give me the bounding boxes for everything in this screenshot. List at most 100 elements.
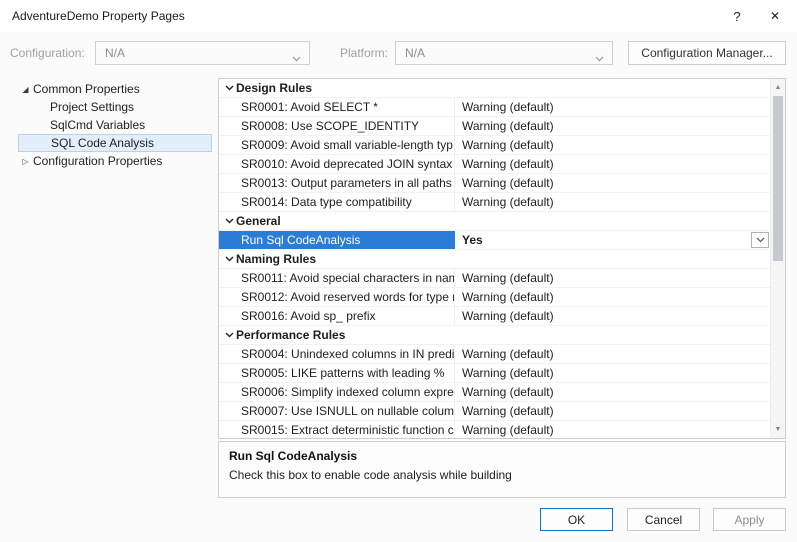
property-name[interactable]: SR0008: Use SCOPE_IDENTITY xyxy=(219,117,455,135)
tree-item[interactable]: SqlCmd Variables xyxy=(18,116,212,134)
property-name[interactable]: SR0010: Avoid deprecated JOIN syntax xyxy=(219,155,455,173)
property-name[interactable]: SR0009: Avoid small variable-length typ xyxy=(219,136,455,154)
property-row[interactable]: SR0007: Use ISNULL on nullable column Wa… xyxy=(219,402,770,421)
property-row[interactable]: SR0001: Avoid SELECT * Warning (default) xyxy=(219,98,770,117)
value-dropdown-button[interactable] xyxy=(751,232,769,248)
property-name[interactable]: SR0007: Use ISNULL on nullable column xyxy=(219,402,455,420)
window-title: AdventureDemo Property Pages xyxy=(12,9,185,23)
property-category-row[interactable]: General xyxy=(219,212,770,231)
property-name[interactable]: SR0006: Simplify indexed column expres xyxy=(219,383,455,401)
tree-item[interactable]: ▷ Configuration Properties xyxy=(18,152,212,170)
scrollbar-thumb[interactable] xyxy=(773,96,783,261)
property-value-text: Warning (default) xyxy=(462,100,554,114)
category-title: Design Rules xyxy=(236,79,312,97)
property-value[interactable]: Warning (default) xyxy=(455,174,770,192)
chevron-down-icon[interactable] xyxy=(219,332,236,338)
property-value-text: Warning (default) xyxy=(462,404,554,418)
property-row[interactable]: SR0013: Output parameters in all paths W… xyxy=(219,174,770,193)
scroll-up-icon[interactable]: ▲ xyxy=(771,80,785,95)
tree-item[interactable]: Project Settings xyxy=(18,98,212,116)
description-panel: Run Sql CodeAnalysis Check this box to e… xyxy=(218,441,786,498)
tree-collapsed-icon[interactable]: ▷ xyxy=(18,157,33,166)
property-name[interactable]: SR0014: Data type compatibility xyxy=(219,193,455,211)
property-value[interactable]: Warning (default) xyxy=(455,383,770,401)
property-category-row[interactable]: Naming Rules xyxy=(219,250,770,269)
property-value-text: Warning (default) xyxy=(462,347,554,361)
property-row[interactable]: SR0004: Unindexed columns in IN predic W… xyxy=(219,345,770,364)
property-row[interactable]: SR0006: Simplify indexed column expres W… xyxy=(219,383,770,402)
property-value[interactable]: Warning (default) xyxy=(455,307,770,325)
property-value-text: Yes xyxy=(462,233,483,247)
property-value-text: Warning (default) xyxy=(462,290,554,304)
property-value[interactable]: Warning (default) xyxy=(455,117,770,135)
property-name[interactable]: SR0004: Unindexed columns in IN predic xyxy=(219,345,455,363)
property-name[interactable]: SR0011: Avoid special characters in nam xyxy=(219,269,455,287)
help-button[interactable]: ? xyxy=(719,0,755,32)
chevron-down-icon[interactable] xyxy=(219,85,236,91)
property-value[interactable]: Warning (default) xyxy=(455,421,770,438)
tree-item[interactable]: SQL Code Analysis xyxy=(18,134,212,152)
property-row[interactable]: SR0012: Avoid reserved words for type n … xyxy=(219,288,770,307)
property-value[interactable]: Warning (default) xyxy=(455,269,770,287)
tree-expanded-icon[interactable]: ◢ xyxy=(18,85,33,94)
configuration-manager-button[interactable]: Configuration Manager... xyxy=(628,41,786,65)
property-value[interactable]: Warning (default) xyxy=(455,402,770,420)
property-row[interactable]: SR0010: Avoid deprecated JOIN syntax War… xyxy=(219,155,770,174)
description-title: Run Sql CodeAnalysis xyxy=(229,449,775,463)
close-button[interactable]: ✕ xyxy=(757,0,793,32)
tree-item[interactable]: ◢ Common Properties xyxy=(18,80,212,98)
property-category-row[interactable]: Design Rules xyxy=(219,79,770,98)
property-row[interactable]: SR0011: Avoid special characters in nam … xyxy=(219,269,770,288)
property-value-text: Warning (default) xyxy=(462,176,554,190)
property-name[interactable]: SR0016: Avoid sp_ prefix xyxy=(219,307,455,325)
property-row[interactable]: SR0009: Avoid small variable-length typ … xyxy=(219,136,770,155)
chevron-down-icon[interactable] xyxy=(219,256,236,262)
platform-dropdown[interactable]: N/A xyxy=(395,41,613,65)
help-icon: ? xyxy=(733,9,740,24)
property-row[interactable]: SR0005: LIKE patterns with leading % War… xyxy=(219,364,770,383)
vertical-scrollbar[interactable]: ▲ ▼ xyxy=(770,79,785,438)
property-value-text: Warning (default) xyxy=(462,366,554,380)
description-text: Check this box to enable code analysis w… xyxy=(229,468,775,482)
property-value-text: Warning (default) xyxy=(462,195,554,209)
property-value-text: Warning (default) xyxy=(462,423,554,437)
property-row[interactable]: SR0014: Data type compatibility Warning … xyxy=(219,193,770,212)
tree: ◢ Common Properties Project Settings Sql… xyxy=(8,80,212,496)
property-value[interactable]: Warning (default) xyxy=(455,136,770,154)
configuration-label: Configuration: xyxy=(10,46,85,60)
property-value[interactable]: Warning (default) xyxy=(455,155,770,173)
category-title: Naming Rules xyxy=(236,250,316,268)
property-name[interactable]: SR0015: Extract deterministic function c… xyxy=(219,421,455,438)
property-value-text: Warning (default) xyxy=(462,271,554,285)
property-value[interactable]: Warning (default) xyxy=(455,98,770,116)
chevron-down-icon[interactable] xyxy=(219,218,236,224)
property-value[interactable]: Warning (default) xyxy=(455,364,770,382)
property-row[interactable]: Run Sql CodeAnalysis Yes xyxy=(219,231,770,250)
property-value-text: Warning (default) xyxy=(462,157,554,171)
property-value[interactable]: Warning (default) xyxy=(455,193,770,211)
tree-item-label: SQL Code Analysis xyxy=(51,136,154,150)
cancel-button[interactable]: Cancel xyxy=(627,508,700,531)
apply-button[interactable]: Apply xyxy=(713,508,786,531)
property-grid: Design Rules SR0001: Avoid SELECT * Warn… xyxy=(218,78,786,439)
property-name[interactable]: SR0013: Output parameters in all paths xyxy=(219,174,455,192)
property-row[interactable]: SR0016: Avoid sp_ prefix Warning (defaul… xyxy=(219,307,770,326)
property-category-row[interactable]: Performance Rules xyxy=(219,326,770,345)
property-pages-dialog: AdventureDemo Property Pages ? ✕ Configu… xyxy=(0,0,797,542)
ok-button[interactable]: OK xyxy=(540,508,613,531)
property-value[interactable]: Warning (default) xyxy=(455,345,770,363)
property-row[interactable]: SR0015: Extract deterministic function c… xyxy=(219,421,770,438)
property-name[interactable]: Run Sql CodeAnalysis xyxy=(219,231,455,249)
property-value[interactable]: Yes xyxy=(455,231,770,249)
property-value[interactable]: Warning (default) xyxy=(455,288,770,306)
configuration-dropdown[interactable]: N/A xyxy=(95,41,310,65)
titlebar: AdventureDemo Property Pages ? ✕ xyxy=(0,0,797,32)
configuration-dropdown-value: N/A xyxy=(105,46,125,60)
property-name[interactable]: SR0012: Avoid reserved words for type n xyxy=(219,288,455,306)
property-name[interactable]: SR0005: LIKE patterns with leading % xyxy=(219,364,455,382)
property-row[interactable]: SR0008: Use SCOPE_IDENTITY Warning (defa… xyxy=(219,117,770,136)
property-value-text: Warning (default) xyxy=(462,309,554,323)
configuration-bar: Configuration: N/A Platform: N/A Configu… xyxy=(0,40,797,66)
scroll-down-icon[interactable]: ▼ xyxy=(771,422,785,437)
property-name[interactable]: SR0001: Avoid SELECT * xyxy=(219,98,455,116)
